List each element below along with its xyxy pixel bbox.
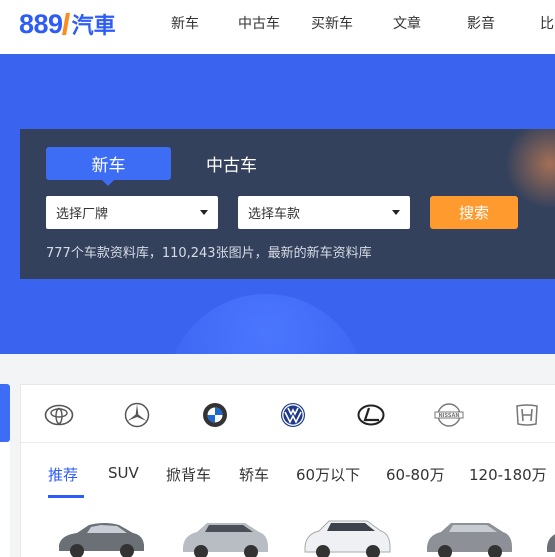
model-select[interactable]: 选择车款	[238, 196, 410, 229]
nav-new-car[interactable]: 新车	[171, 13, 199, 33]
category-tab-sedan[interactable]: 轿车	[239, 464, 269, 485]
nav-buy-new-car[interactable]: 买新车	[311, 13, 353, 33]
mercedes-logo[interactable]	[122, 402, 152, 428]
top-header: 889 汽車 新车 中古车 买新车 文章 影音 比	[0, 0, 555, 54]
car-thumbnail-partial[interactable]	[543, 515, 555, 557]
tab-used-car[interactable]: 中古车	[206, 151, 257, 176]
lexus-icon	[357, 404, 385, 426]
hero-banner: 新车 中古车 选择厂牌 选择车款 搜索 777个车款资料库，110,243张图片…	[0, 54, 555, 354]
mercedes-icon	[124, 402, 150, 428]
svg-text:NISSAN: NISSAN	[438, 413, 459, 419]
nav-articles[interactable]: 文章	[393, 13, 421, 33]
model-select-label: 选择车款	[248, 207, 301, 222]
hero-decoration	[166, 294, 366, 354]
logo-number: 889	[19, 8, 63, 39]
nissan-logo[interactable]: NISSAN	[434, 402, 464, 428]
toyota-logo[interactable]	[44, 402, 74, 428]
brand-logo-row: NISSAN	[21, 385, 555, 443]
bmw-logo[interactable]	[200, 402, 230, 428]
lexus-logo[interactable]	[356, 402, 386, 428]
nissan-icon: NISSAN	[434, 403, 464, 427]
left-side-tab[interactable]	[0, 384, 10, 442]
honda-logo[interactable]	[512, 402, 542, 428]
nav-used-car[interactable]: 中古车	[238, 13, 280, 33]
vw-icon	[281, 403, 305, 427]
toyota-icon	[44, 404, 74, 426]
logo-text: 汽車	[71, 14, 116, 39]
category-tab-suv[interactable]: SUV	[108, 464, 139, 482]
chevron-down-icon	[392, 210, 400, 215]
chevron-down-icon	[200, 210, 208, 215]
site-logo[interactable]: 889 汽車	[19, 8, 116, 40]
search-button[interactable]: 搜索	[430, 196, 518, 229]
vw-logo[interactable]	[278, 402, 308, 428]
nav-videos[interactable]: 影音	[467, 13, 495, 33]
car-thumbnail-suv-white[interactable]	[301, 515, 393, 557]
category-tab-recommend[interactable]: 推荐	[48, 464, 78, 485]
tab-new-car[interactable]: 新车	[46, 147, 171, 186]
honda-icon	[516, 404, 538, 426]
category-tab-under-60[interactable]: 60万以下	[296, 464, 360, 485]
brand-category-card: NISSAN 推荐 SUV 掀背车 轿车 60万以下 60-80万 120-18…	[20, 384, 555, 557]
search-panel: 新车 中古车 选择厂牌 选择车款 搜索 777个车款资料库，110,243张图片…	[20, 129, 555, 279]
brand-select-label: 选择厂牌	[56, 207, 109, 222]
car-thumbnail-suv-silver[interactable]	[179, 515, 271, 557]
brand-select[interactable]: 选择厂牌	[46, 196, 218, 229]
car-thumbnail-suv-grey[interactable]	[423, 515, 515, 557]
category-tab-120-180[interactable]: 120-180万	[469, 464, 547, 485]
category-tab-hatchback[interactable]: 掀背车	[166, 464, 211, 485]
nav-compare[interactable]: 比	[540, 13, 554, 33]
bmw-icon	[203, 403, 227, 427]
car-thumbnail-sedan[interactable]	[55, 515, 147, 557]
active-category-underline	[48, 495, 84, 498]
database-stats: 777个车款资料库，110,243张图片，最新的新车资料库	[46, 246, 372, 261]
category-tab-60-80[interactable]: 60-80万	[386, 464, 445, 485]
